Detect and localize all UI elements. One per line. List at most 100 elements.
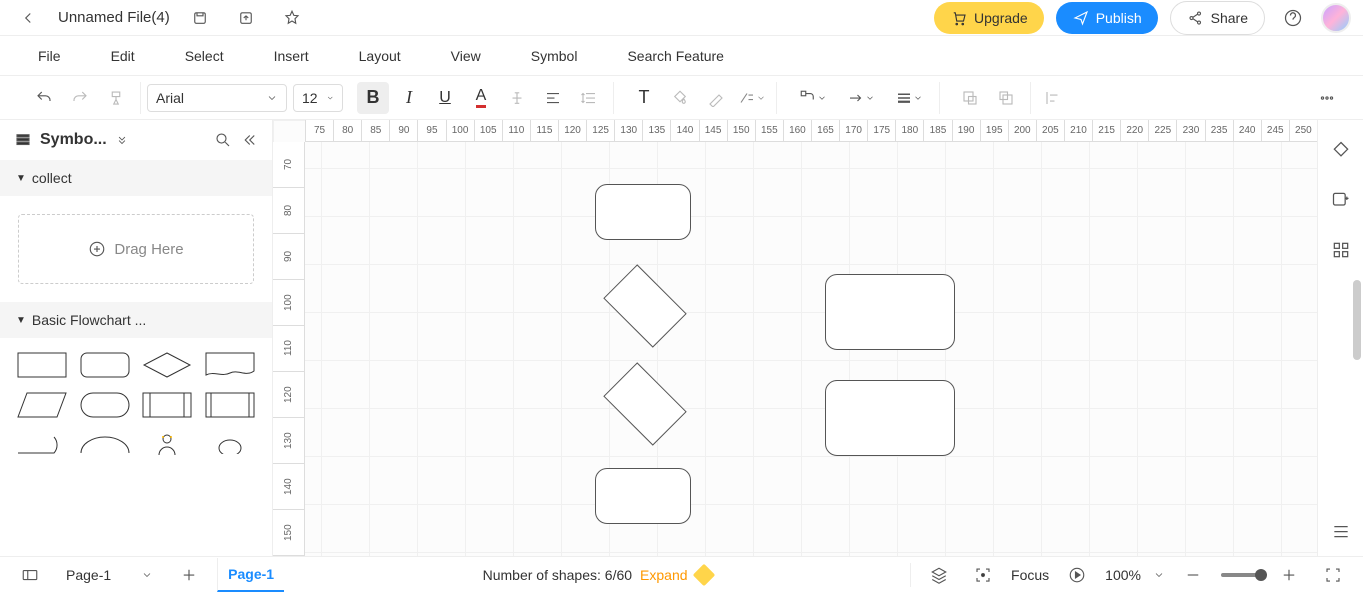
shape-diamond[interactable] <box>139 348 196 382</box>
file-name: Unnamed File(4) <box>58 9 170 26</box>
shape-palette <box>0 338 272 472</box>
theme-icon[interactable] <box>1325 134 1357 166</box>
canvas-shape-2[interactable] <box>603 264 686 347</box>
shape-parallelogram[interactable] <box>14 388 71 422</box>
menu-search[interactable]: Search Feature <box>627 48 724 64</box>
statusbar: Page-1 Page-1 Number of shapes: 6/60 Exp… <box>0 556 1363 592</box>
layers-icon[interactable] <box>923 559 955 591</box>
pages-panel-icon[interactable] <box>14 559 46 591</box>
line-spacing-button[interactable] <box>573 82 605 114</box>
connector-button[interactable] <box>791 82 835 114</box>
share-button[interactable]: Share <box>1170 1 1265 35</box>
menu-insert[interactable]: Insert <box>274 48 309 64</box>
chevron-down-double-icon[interactable] <box>115 131 129 149</box>
apps-icon[interactable] <box>1325 234 1357 266</box>
vertical-scrollbar[interactable] <box>1353 280 1361 360</box>
shape-person[interactable] <box>139 428 196 462</box>
play-icon[interactable] <box>1061 559 1093 591</box>
italic-button[interactable]: I <box>393 82 425 114</box>
back-button[interactable] <box>12 2 44 34</box>
menu-symbol[interactable]: Symbol <box>531 48 578 64</box>
drag-drop-zone[interactable]: Drag Here <box>18 214 254 284</box>
menu-view[interactable]: View <box>451 48 481 64</box>
font-color-button[interactable]: A <box>465 82 497 114</box>
shape-delay[interactable] <box>14 428 71 462</box>
line-style-button[interactable] <box>736 82 768 114</box>
sidebar-title: Symbo... <box>40 131 107 149</box>
ruler-horizontal: 7580859095100105110115120125130135140145… <box>305 120 1317 142</box>
zoom-out-button[interactable] <box>1177 559 1209 591</box>
shape-predefined-2[interactable] <box>202 388 259 422</box>
zoom-slider[interactable] <box>1221 573 1261 577</box>
section-collect[interactable]: ▼collect <box>0 160 272 196</box>
shape-predefined[interactable] <box>139 388 196 422</box>
collapse-icon[interactable] <box>240 131 258 149</box>
line-weight-button[interactable] <box>887 82 931 114</box>
canvas[interactable]: 7580859095100105110115120125130135140145… <box>273 120 1317 556</box>
bold-button[interactable]: B <box>357 82 389 114</box>
status-center: Number of shapes: 6/60 Expand <box>483 567 712 583</box>
back-button-layer[interactable] <box>990 82 1022 114</box>
zoom-in-button[interactable] <box>1273 559 1305 591</box>
zoom-value[interactable]: 100% <box>1105 567 1141 583</box>
page-tab-label: Page-1 <box>228 566 274 582</box>
drag-label: Drag Here <box>114 241 183 258</box>
focus-label: Focus <box>1011 567 1049 583</box>
sidebar: Symbo... ▼collect Drag Here ▼Basic Flowc… <box>0 120 273 556</box>
canvas-shape-4[interactable] <box>595 468 691 524</box>
strikethrough-button[interactable] <box>501 82 533 114</box>
add-page-button[interactable] <box>173 559 205 591</box>
page-select-value: Page-1 <box>66 567 111 583</box>
avatar[interactable] <box>1321 3 1351 33</box>
publish-button[interactable]: Publish <box>1056 2 1158 34</box>
shape-document[interactable] <box>202 348 259 382</box>
font-value: Arial <box>156 90 184 106</box>
star-icon[interactable] <box>276 2 308 34</box>
section-collect-label: collect <box>32 170 72 186</box>
font-select[interactable]: Arial <box>147 84 287 112</box>
menu-select[interactable]: Select <box>185 48 224 64</box>
canvas-shape-3[interactable] <box>603 362 686 445</box>
align-objects-button[interactable] <box>1037 82 1069 114</box>
shape-rectangle[interactable] <box>14 348 71 382</box>
undo-button[interactable] <box>28 82 60 114</box>
text-tool-button[interactable]: T <box>628 82 660 114</box>
more-button[interactable] <box>1311 82 1343 114</box>
fill-button[interactable] <box>664 82 696 114</box>
section-flowchart[interactable]: ▼Basic Flowchart ... <box>0 302 272 338</box>
menu-file[interactable]: File <box>38 48 61 64</box>
menu-edit[interactable]: Edit <box>111 48 135 64</box>
shape-rounded-rect[interactable] <box>77 348 134 382</box>
shape-terminator[interactable] <box>77 388 134 422</box>
titlebar: Unnamed File(4) Upgrade Publish Share <box>0 0 1363 36</box>
canvas-shape-1[interactable] <box>595 184 691 240</box>
menu-layout[interactable]: Layout <box>359 48 401 64</box>
underline-button[interactable]: U <box>429 82 461 114</box>
export-icon[interactable] <box>230 2 262 34</box>
shape-connector[interactable] <box>202 428 259 462</box>
expand-link[interactable]: Expand <box>640 567 687 583</box>
settings-panel-icon[interactable] <box>1325 184 1357 216</box>
arrow-style-button[interactable] <box>839 82 883 114</box>
format-painter-button[interactable] <box>100 82 132 114</box>
focus-icon[interactable] <box>967 559 999 591</box>
upgrade-button[interactable]: Upgrade <box>934 2 1044 34</box>
line-color-button[interactable] <box>700 82 732 114</box>
fontsize-select[interactable]: 12 <box>293 84 343 112</box>
shape-arc[interactable] <box>77 428 134 462</box>
front-button[interactable] <box>954 82 986 114</box>
redo-button[interactable] <box>64 82 96 114</box>
canvas-shape-6[interactable] <box>825 380 955 456</box>
page-select[interactable]: Page-1 <box>58 566 161 584</box>
help-icon[interactable] <box>1277 2 1309 34</box>
canvas-shapes <box>305 142 1317 556</box>
fullscreen-icon[interactable] <box>1317 559 1349 591</box>
canvas-shape-5[interactable] <box>825 274 955 350</box>
search-icon[interactable] <box>214 131 232 149</box>
layers-panel-icon[interactable] <box>1325 514 1357 546</box>
align-button[interactable] <box>537 82 569 114</box>
zoom-chevron-icon[interactable] <box>1153 566 1165 584</box>
page-tab-1[interactable]: Page-1 <box>217 558 284 592</box>
save-icon[interactable] <box>184 2 216 34</box>
shapes-count: Number of shapes: 6/60 <box>483 567 632 583</box>
